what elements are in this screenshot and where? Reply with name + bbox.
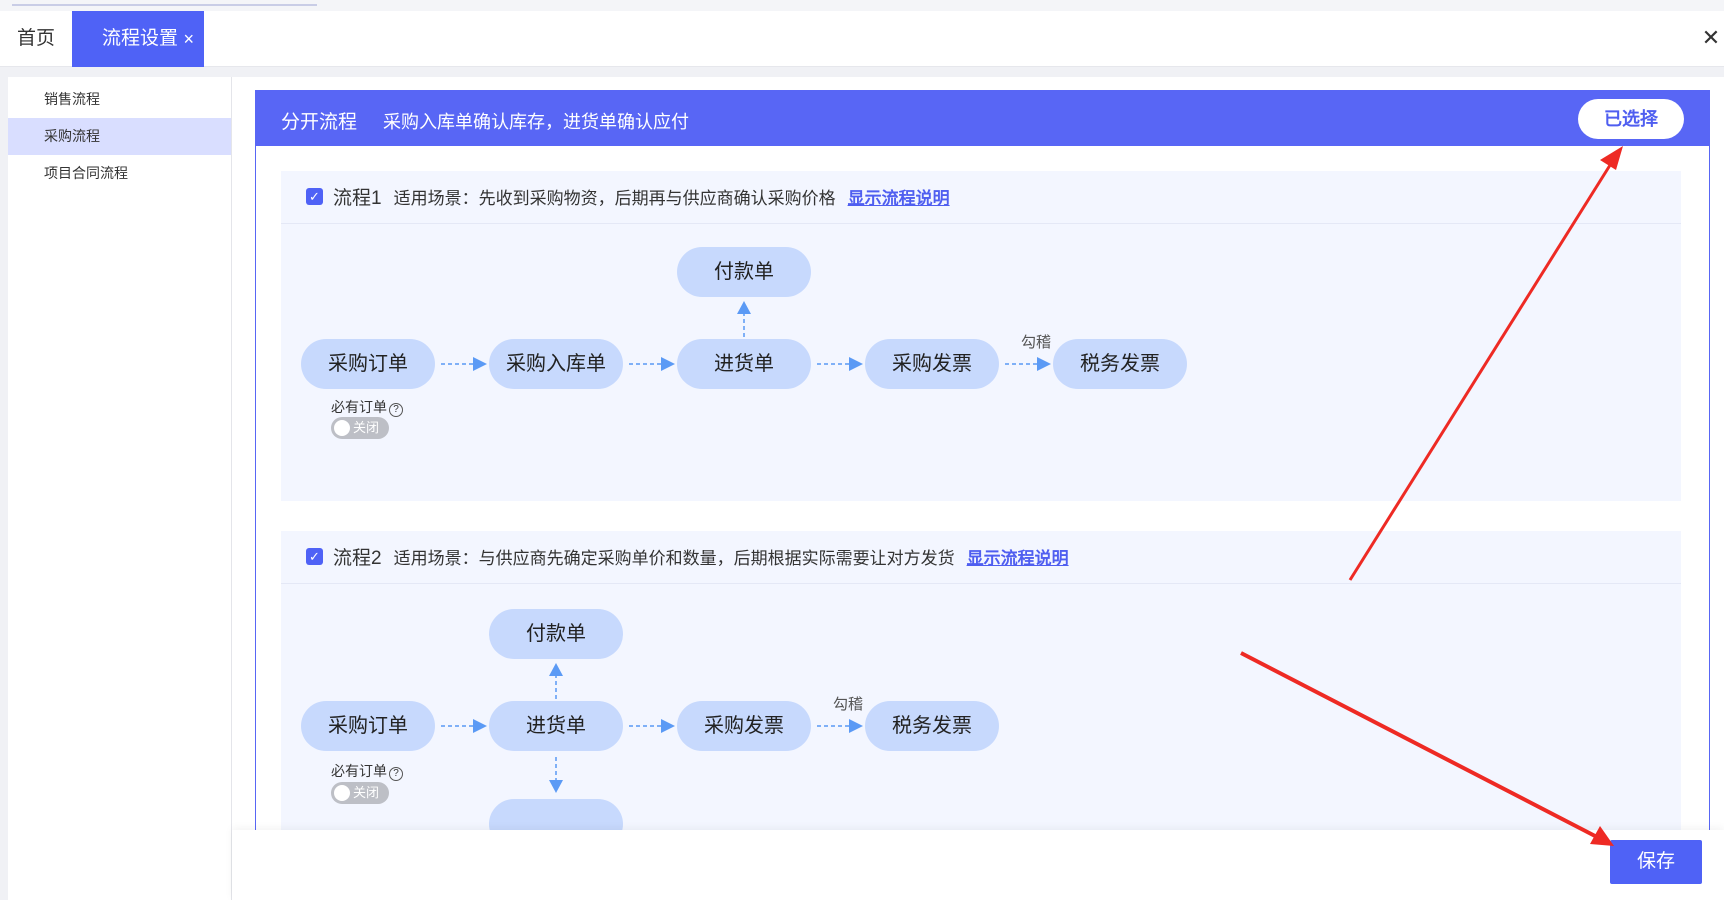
flow-2-must-order: 必有订单? (331, 761, 403, 781)
flow-1-node-receipt: 进货单 (677, 339, 811, 389)
process-panel: 分开流程 采购入库单确认库存，进货单确认应付 已选择 ✓ 流程1 适用场景：先收… (255, 90, 1710, 850)
flow-2-node-payment: 付款单 (489, 609, 623, 659)
panel-title: 分开流程 (281, 112, 358, 133)
top-strip (0, 0, 1724, 11)
arrow-right-icon (441, 357, 487, 371)
flow-2-must-order-label: 必有订单 (331, 763, 387, 779)
sidebar: 销售流程 采购流程 项目合同流程 (8, 77, 232, 900)
flow-card-1: ✓ 流程1 适用场景：先收到采购物资，后期再与供应商确认采购价格 显示流程说明 … (281, 171, 1681, 501)
flow-2-show-description-link[interactable]: 显示流程说明 (967, 544, 1069, 569)
main-content: 分开流程 采购入库单确认库存，进货单确认应付 已选择 ✓ 流程1 适用场景：先收… (232, 77, 1724, 900)
tab-process-settings[interactable]: 流程设置 × (72, 11, 204, 67)
selected-button[interactable]: 已选择 (1578, 99, 1684, 139)
flow-2-scenario: 适用场景：与供应商先确定采购单价和数量，后期根据实际需要让对方发货 (393, 548, 955, 568)
flow-1-divider (281, 223, 1681, 224)
sidebar-item-project-contract-process[interactable]: 项目合同流程 (8, 155, 231, 192)
flow-2-checkbox[interactable]: ✓ (306, 547, 323, 565)
arrow-right-icon (629, 719, 675, 733)
arrow-right-icon (1005, 357, 1051, 371)
flow-1-name: 流程1 (333, 187, 382, 209)
arrow-right-icon (817, 719, 863, 733)
arrow-right-icon (629, 357, 675, 371)
panel-header: 分开流程 采购入库单确认库存，进货单确认应付 已选择 (256, 91, 1709, 146)
flow-2-node-order: 采购订单 (301, 701, 435, 751)
flow-1-node-inbound: 采购入库单 (489, 339, 623, 389)
flow-1-node-invoice: 采购发票 (865, 339, 999, 389)
tab-process-settings-label: 流程设置 (102, 28, 179, 49)
sidebar-item-purchase-process[interactable]: 采购流程 (8, 118, 231, 155)
flow-1-must-order: 必有订单? (331, 397, 403, 417)
flow-2-node-receipt: 进货单 (489, 701, 623, 751)
switch-knob (334, 785, 350, 801)
question-icon[interactable]: ? (389, 403, 403, 417)
sidebar-item-sales-process[interactable]: 销售流程 (8, 81, 231, 118)
flow-1-must-order-switch[interactable]: 关闭 (331, 417, 389, 439)
flow-1-node-payment: 付款单 (677, 247, 811, 297)
arrow-right-icon (817, 357, 863, 371)
panel-description: 采购入库单确认库存，进货单确认应付 (383, 112, 689, 132)
tab-home[interactable]: 首页 (0, 11, 72, 67)
arrow-down-icon (549, 757, 563, 793)
flow-1-must-order-label: 必有订单 (331, 399, 387, 415)
top-strip-line (12, 4, 317, 6)
flow-1-header: ✓ 流程1 适用场景：先收到采购物资，后期再与供应商确认采购价格 显示流程说明 (306, 183, 950, 209)
tab-close-icon[interactable]: × (183, 11, 194, 67)
flow-2-divider (281, 583, 1681, 584)
save-button[interactable]: 保存 (1610, 840, 1702, 884)
arrow-right-icon (441, 719, 487, 733)
flow-1-gouji-label: 勾稽 (1021, 334, 1052, 351)
flow-2-name: 流程2 (333, 547, 382, 569)
bottom-bar: 保存 (232, 830, 1724, 900)
arrow-up-icon (549, 663, 563, 699)
flow-2-header: ✓ 流程2 适用场景：与供应商先确定采购单价和数量，后期根据实际需要让对方发货 … (306, 543, 1069, 569)
flow-1-checkbox[interactable]: ✓ (306, 187, 323, 205)
flow-1-show-description-link[interactable]: 显示流程说明 (848, 184, 950, 209)
flow-1-scenario: 适用场景：先收到采购物资，后期再与供应商确认采购价格 (393, 188, 836, 208)
flow-1-switch-label: 关闭 (353, 420, 380, 435)
flow-2-gouji-label: 勾稽 (833, 696, 864, 713)
tab-bar: 首页 流程设置 × ✕ (0, 11, 1724, 67)
question-icon[interactable]: ? (389, 767, 403, 781)
flow-1-node-order: 采购订单 (301, 339, 435, 389)
switch-knob (334, 420, 350, 436)
flow-2-node-invoice: 采购发票 (677, 701, 811, 751)
flow-2-must-order-switch[interactable]: 关闭 (331, 782, 389, 804)
flow-2-node-tax: 税务发票 (865, 701, 999, 751)
close-icon[interactable]: ✕ (1698, 25, 1724, 51)
flow-2-switch-label: 关闭 (353, 785, 380, 800)
arrow-up-icon (737, 301, 751, 337)
flow-card-2: ✓ 流程2 适用场景：与供应商先确定采购单价和数量，后期根据实际需要让对方发货 … (281, 531, 1681, 849)
flow-1-node-tax: 税务发票 (1053, 339, 1187, 389)
